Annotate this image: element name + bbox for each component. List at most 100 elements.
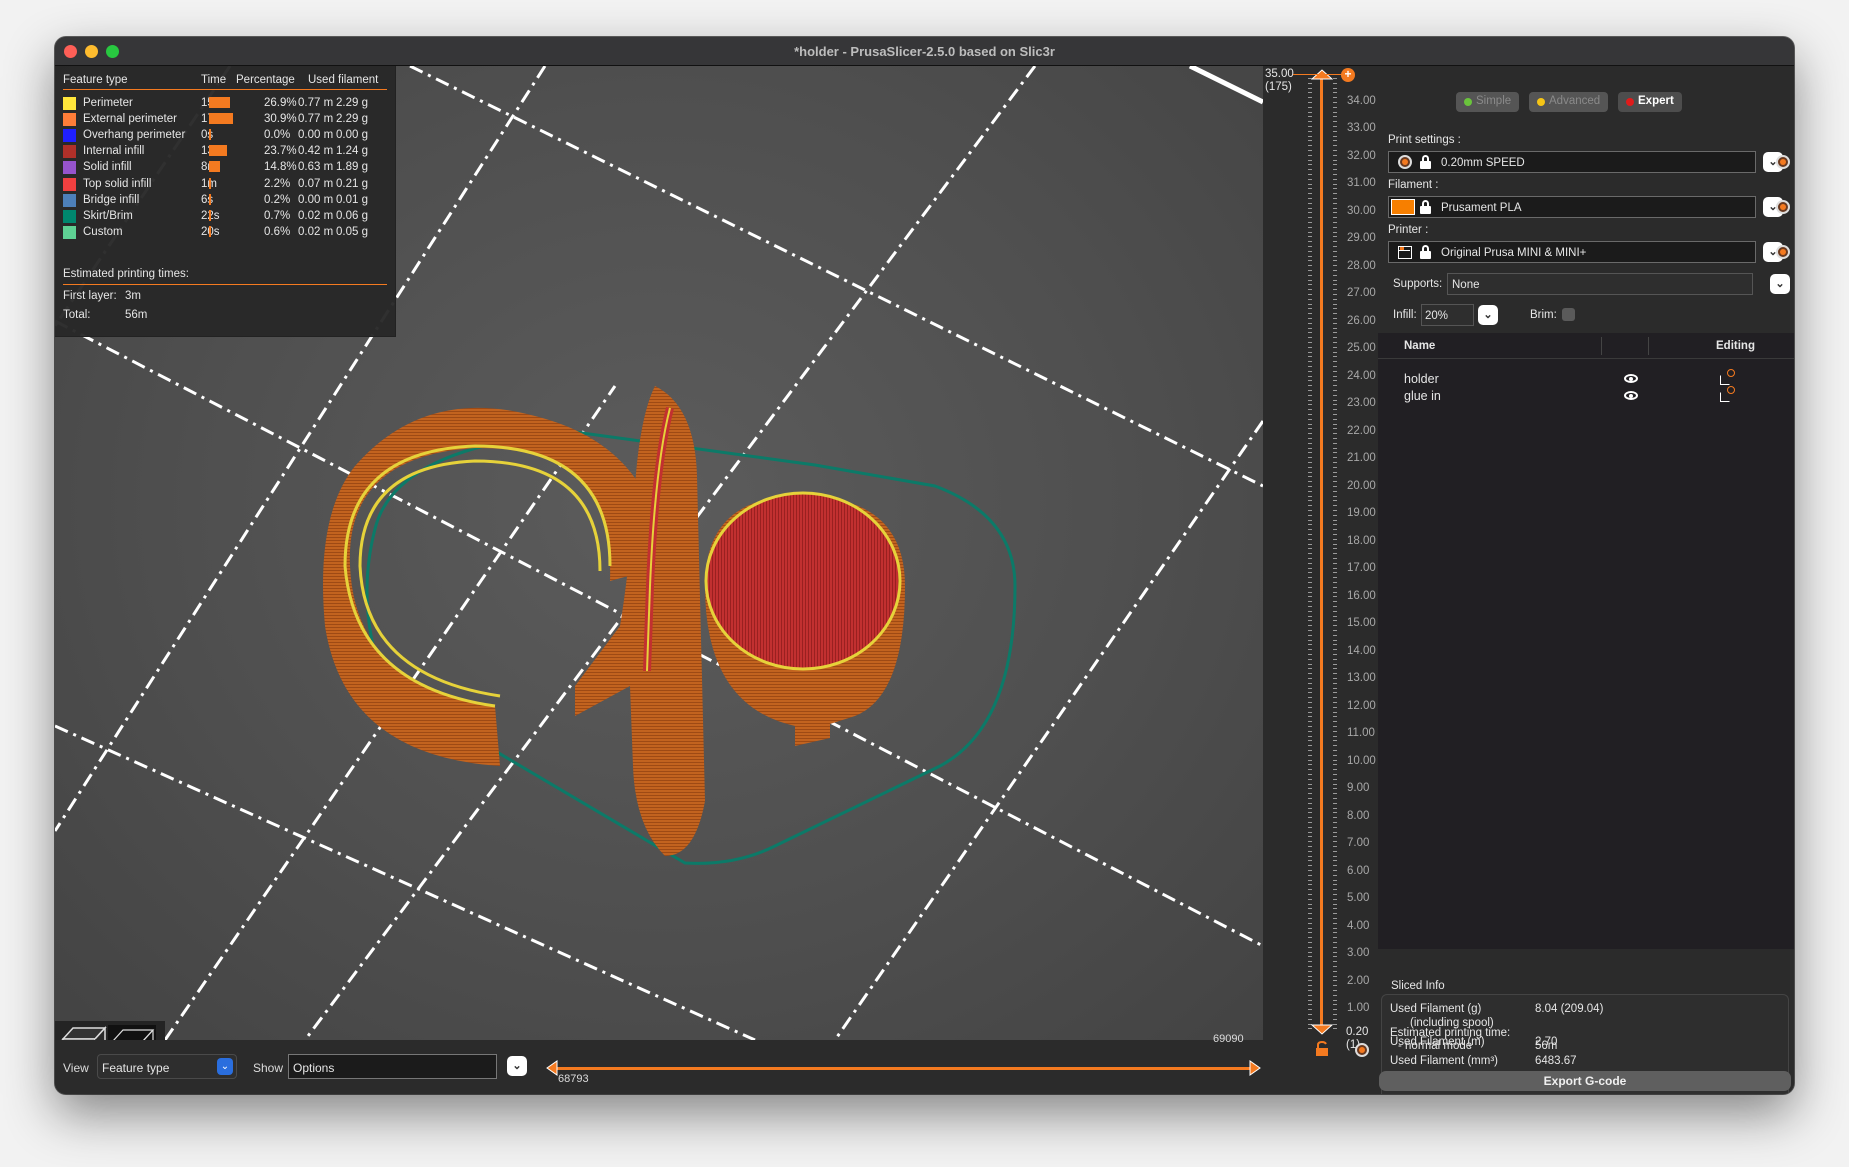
infill-chevron-button[interactable]: ⌄: [1478, 305, 1498, 325]
ruler-tick: [1333, 423, 1337, 425]
legend-percentage-bar: [209, 97, 230, 108]
printer-edit-icon[interactable]: [1776, 245, 1790, 259]
filament-color-swatch[interactable]: [1391, 199, 1415, 215]
mode-advanced-label: Advanced: [1549, 95, 1601, 107]
visibility-eye-icon[interactable]: [1624, 391, 1638, 400]
ruler-tick: [1333, 846, 1337, 847]
mode-advanced-button[interactable]: Advanced: [1529, 92, 1609, 112]
legend-feature-name: Top solid infill: [83, 177, 152, 190]
visibility-eye-icon[interactable]: [1624, 374, 1638, 383]
print-settings-combo[interactable]: 0.20mm SPEED: [1388, 151, 1756, 173]
layer-slider[interactable]: 35.00 (175) + 34.00 33.00 32.00 31.00 30.00 2…: [1263, 66, 1378, 1094]
ruler-tick: [1308, 303, 1312, 305]
move-slider-left-handle[interactable]: [545, 1060, 559, 1076]
export-gcode-button[interactable]: Export G-code: [1379, 1071, 1791, 1091]
ruler-tick: [1333, 447, 1337, 449]
ruler-tick: [1333, 255, 1337, 257]
ruler-tick: [1333, 126, 1337, 127]
legend-color-swatch: [63, 209, 76, 223]
legend-percentage-bar: [209, 113, 233, 125]
3d-view-icon[interactable]: [61, 1026, 107, 1040]
ruler-tick: [1333, 404, 1337, 406]
ruler-tick: [1308, 260, 1312, 262]
ruler-tick: [1333, 375, 1337, 377]
ruler-tick: [1333, 591, 1337, 593]
ruler-tick: [1333, 97, 1337, 99]
ruler-tick: [1333, 596, 1337, 598]
editing-icon[interactable]: [1720, 386, 1735, 402]
ruler-tick: [1333, 414, 1337, 415]
move-slider-right-handle[interactable]: [1248, 1060, 1262, 1076]
ruler-tick: [1308, 601, 1312, 603]
ruler-tick: [1308, 313, 1312, 315]
printer-combo[interactable]: Original Prusa MINI & MINI+: [1388, 241, 1756, 263]
ruler-tick: [1333, 841, 1337, 843]
ruler-tick: [1333, 740, 1337, 742]
show-options-dropdown[interactable]: Options: [288, 1054, 497, 1079]
layer-slider-track[interactable]: [1320, 76, 1323, 1031]
layer-slider-bottom-handle[interactable]: [1311, 1024, 1333, 1036]
ruler-tick: [1308, 183, 1312, 185]
ruler-tick: [1308, 956, 1312, 958]
ruler-tick: [1308, 788, 1312, 790]
layer-height-tick-label: 6.00: [1347, 864, 1370, 877]
supports-dropdown[interactable]: None: [1447, 273, 1753, 295]
ruler-tick: [1308, 102, 1312, 103]
legend-percentage-bar: [209, 177, 211, 189]
ruler-tick: [1308, 898, 1312, 900]
3d-preview-canvas[interactable]: Feature type Time Percentage Used filame…: [55, 66, 1263, 1040]
ruler-tick: [1333, 922, 1337, 924]
ruler-tick: [1333, 409, 1337, 411]
filament-edit-icon[interactable]: [1776, 200, 1790, 214]
ruler-tick: [1308, 697, 1312, 699]
editing-icon[interactable]: [1720, 369, 1735, 385]
close-window-button[interactable]: [64, 45, 77, 58]
view-type-dropdown[interactable]: Feature type ⌄: [97, 1054, 237, 1079]
layer-slider-settings-icon[interactable]: [1355, 1043, 1369, 1057]
ruler-tick: [1333, 601, 1337, 603]
ruler-tick: [1308, 1014, 1312, 1015]
infill-combo[interactable]: 20%: [1421, 304, 1474, 326]
ruler-tick: [1333, 582, 1337, 583]
ruler-tick: [1333, 380, 1337, 382]
ruler-tick: [1308, 126, 1312, 127]
maximize-window-button[interactable]: [106, 45, 119, 58]
legend-length: 0.42 m: [298, 145, 334, 158]
print-settings-edit-icon[interactable]: [1776, 155, 1790, 169]
filament-combo[interactable]: Prusament PLA: [1388, 196, 1756, 218]
layer-height-tick-label: 28.00: [1347, 259, 1376, 272]
ruler-tick: [1333, 337, 1337, 339]
minimize-window-button[interactable]: [85, 45, 98, 58]
ruler-tick: [1308, 812, 1312, 814]
ruler-tick: [1308, 380, 1312, 382]
supports-chevron-button[interactable]: ⌄: [1770, 274, 1790, 294]
ruler-tick: [1333, 466, 1337, 468]
app-window: *holder - PrusaSlicer-2.5.0 based on Sli…: [55, 37, 1794, 1094]
ruler-tick: [1333, 706, 1337, 708]
ruler-tick: [1308, 500, 1312, 502]
add-color-change-button[interactable]: +: [1341, 68, 1355, 82]
show-options-chevron-button[interactable]: ⌄: [507, 1056, 527, 1076]
layer-height-tick-label: 20.00: [1347, 479, 1376, 492]
ruler-tick: [1308, 884, 1312, 886]
ruler-tick: [1308, 279, 1312, 281]
mode-simple-button[interactable]: Simple: [1456, 92, 1520, 112]
legend-feature-name: Overhang perimeter: [83, 129, 186, 142]
ruler-tick: [1333, 903, 1337, 905]
sliced-sublabel: (including spool): [1410, 1017, 1494, 1029]
legend-percentage: 23.7%: [264, 145, 297, 158]
brim-checkbox[interactable]: [1562, 308, 1575, 321]
ruler-tick: [1333, 308, 1337, 310]
ruler-tick: [1308, 673, 1312, 675]
mode-expert-button[interactable]: Expert: [1618, 92, 1682, 112]
sliced-info-title: Sliced Info: [1391, 980, 1445, 992]
unlock-icon[interactable]: [1315, 1041, 1329, 1057]
ruler-tick: [1308, 236, 1312, 238]
ruler-tick: [1308, 644, 1312, 646]
window-title: *holder - PrusaSlicer-2.5.0 based on Sli…: [794, 43, 1055, 59]
legend-time: 6s: [201, 193, 214, 206]
ruler-tick: [1308, 711, 1312, 713]
print-settings-value: 0.20mm SPEED: [1441, 157, 1525, 169]
move-slider-track[interactable]: [554, 1067, 1254, 1070]
ruler-tick: [1308, 649, 1312, 651]
